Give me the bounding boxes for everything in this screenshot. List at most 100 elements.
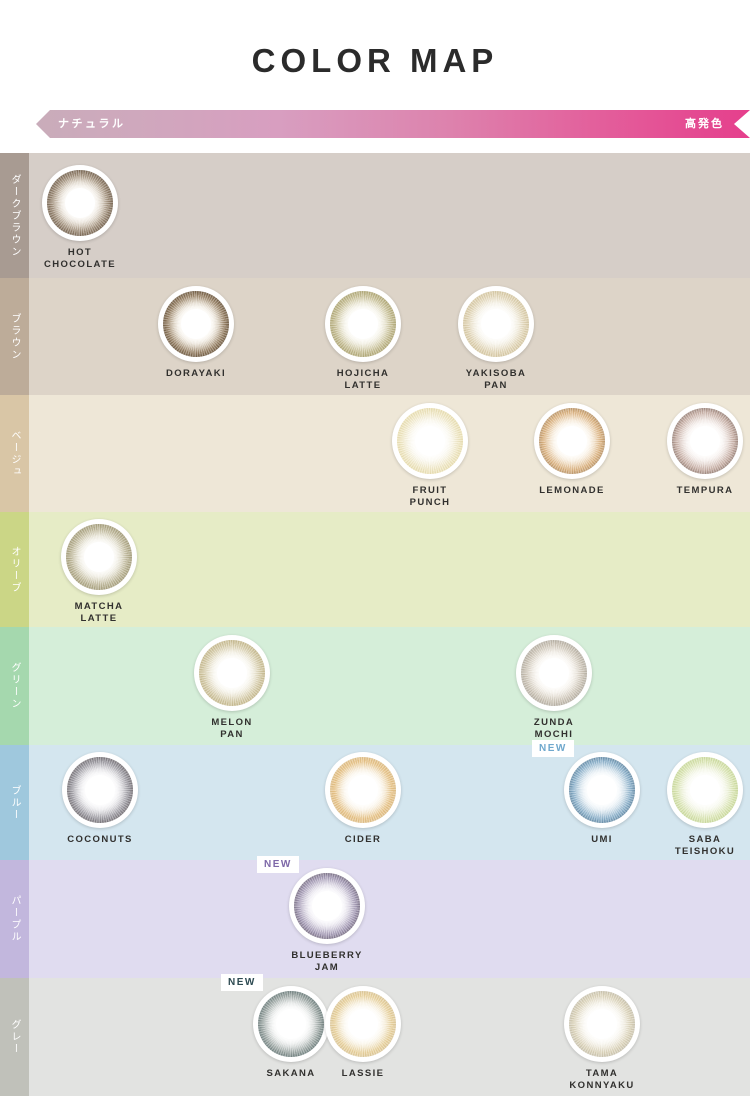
lens-item[interactable]: DORAYAKI [146,286,246,380]
lens-name-label: COCONUTS [50,834,150,846]
lens-thumbnail[interactable] [325,752,401,828]
lens-name-line1: LASSIE [341,1068,385,1079]
lens-thumbnail[interactable] [325,986,401,1062]
lens-name-label: TEMPURA [655,485,750,497]
lens-thumbnail[interactable] [534,403,610,479]
lens-thumbnail[interactable] [667,403,743,479]
lens-item[interactable]: NEW BLUEBERRY JAM [257,856,377,973]
scale-gradient-bar [36,110,750,138]
contact-lens-image [667,752,743,828]
lens-pupil-highlight [312,891,342,921]
lens-item[interactable]: MATCHA LATTE [49,519,149,624]
lens-item[interactable]: TAMA KONNYAKU [552,986,652,1091]
page-title: COLOR MAP [251,42,499,79]
lens-thumbnail[interactable]: NEW [532,740,640,828]
color-row: グレー NEW SAKANA LASSIE TAMA KONNYAKU [0,974,750,1096]
row-body: FRUIT PUNCH LEMONADE TEMPURA [29,395,750,512]
lens-item[interactable]: MELON PAN [182,635,282,740]
lens-thumbnail[interactable]: NEW [257,856,365,944]
lens-item[interactable]: FRUIT PUNCH [380,403,480,508]
color-row: グリーン MELON PAN ZUNDA MOCHI [0,627,750,745]
lens-pupil-highlight [539,658,569,688]
lens-item[interactable]: ZUNDA MOCHI [504,635,604,740]
lens-thumbnail[interactable] [194,635,270,711]
lens-item[interactable]: YAKISOBA PAN [446,286,546,391]
color-row: オリーブ MATCHA LATTE [0,512,750,627]
lens-name-label: DORAYAKI [146,368,246,380]
lens-pupil-highlight [690,426,720,456]
contact-lens-image [158,286,234,362]
contact-lens-image [392,403,468,479]
row-category-text: ブラウン [9,312,20,361]
lens-name-label: LASSIE [313,1068,413,1080]
lens-item[interactable]: LEMONADE [522,403,622,497]
contact-lens-image [325,986,401,1062]
lens-name-label: ZUNDA MOCHI [504,717,604,740]
lens-item[interactable]: SABA TEISHOKU [655,752,750,857]
row-body: DORAYAKI HOJICHA LATTE YAKISOBA PAN [29,278,750,395]
lens-name-line2: LATTE [344,379,382,391]
row-category-text: グリーン [9,662,20,710]
row-category-text: オリーブ [9,545,20,594]
lens-item[interactable]: CIDER [313,752,413,846]
lens-item[interactable]: HOJICHA LATTE [313,286,413,391]
lens-name-label: LEMONADE [522,485,622,497]
lens-name-line1: MELON [211,717,253,728]
lens-name-line2: PAN [220,728,244,740]
row-category-label: パープル [0,860,29,978]
row-category-label: グレー [0,978,29,1096]
lens-name-line1: TAMA [585,1068,619,1079]
row-body: MATCHA LATTE [29,512,750,627]
lens-name-line1: DORAYAKI [165,368,227,379]
lens-item[interactable]: NEW UMI [532,740,652,846]
contact-lens-image [325,752,401,828]
lens-name-line2: CHOCOLATE [43,258,117,270]
new-badge: NEW [221,974,263,991]
lens-thumbnail[interactable] [667,752,743,828]
row-body: NEW SAKANA LASSIE TAMA KONNYAKU [29,974,750,1096]
contact-lens-image [667,403,743,479]
row-body: HOT CHOCOLATE [29,153,750,278]
lens-pupil-highlight [415,426,445,456]
lens-pupil-highlight [557,426,587,456]
lens-thumbnail[interactable] [325,286,401,362]
row-category-label: ベージュ [0,395,29,512]
lens-thumbnail[interactable] [61,519,137,595]
row-category-label: グリーン [0,627,29,745]
lens-name-line1: TEMPURA [676,485,734,496]
lens-item[interactable]: COCONUTS [50,752,150,846]
contact-lens-image [534,403,610,479]
lens-thumbnail[interactable] [564,986,640,1062]
row-body: MELON PAN ZUNDA MOCHI [29,627,750,745]
lens-thumbnail[interactable] [392,403,468,479]
lens-item[interactable]: TEMPURA [655,403,750,497]
lens-name-line1: MATCHA [74,601,124,612]
lens-name-line1: HOJICHA [336,368,390,379]
lens-thumbnail[interactable] [62,752,138,828]
lens-name-line1: CIDER [344,834,382,845]
lens-thumbnail[interactable] [516,635,592,711]
contact-lens-image [289,868,365,944]
contact-lens-image [62,752,138,828]
lens-item[interactable]: LASSIE [313,986,413,1080]
lens-name-line1: ZUNDA [533,717,575,728]
lens-pupil-highlight [65,188,95,218]
row-category-text: ダークブラウン [9,173,20,258]
lens-name-line2: JAM [314,961,340,973]
lens-item[interactable]: HOT CHOCOLATE [30,165,130,270]
lens-thumbnail[interactable] [42,165,118,241]
color-intensity-scale: ナチュラル 高発色 [36,110,750,138]
row-category-text: ブルー [9,784,20,821]
lens-name-line2: TEISHOKU [674,845,736,857]
contact-lens-image [564,986,640,1062]
lens-name-line2: KONNYAKU [569,1079,635,1091]
color-row: ベージュ FRUIT PUNCH LEMONADE TEMPURA [0,395,750,512]
lens-name-line2: PAN [484,379,508,391]
color-row: ダークブラウン HOT CHOCOLATE [0,153,750,278]
lens-thumbnail[interactable] [158,286,234,362]
lens-name-label: HOJICHA LATTE [313,368,413,391]
lens-name-line1: YAKISOBA [465,368,527,379]
scale-label-natural: ナチュラル [58,118,126,130]
lens-name-label: HOT CHOCOLATE [30,247,130,270]
lens-thumbnail[interactable] [458,286,534,362]
